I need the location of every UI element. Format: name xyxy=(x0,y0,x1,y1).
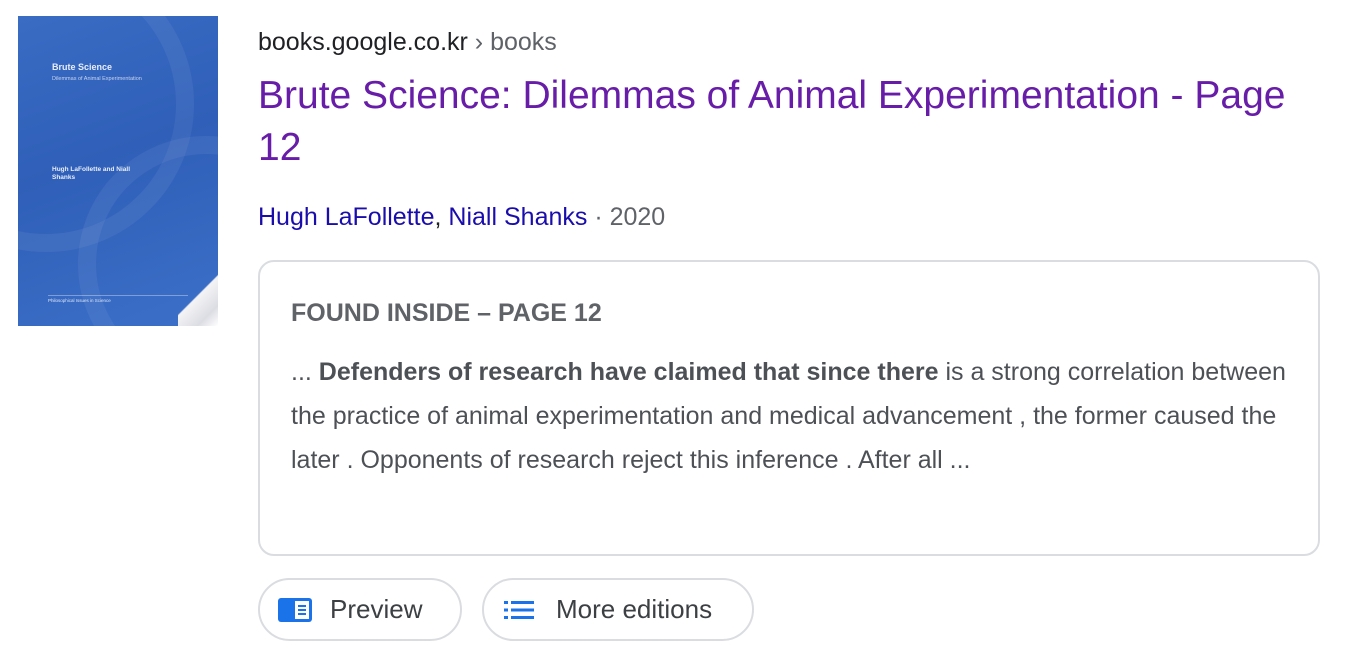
result-domain: books.google.co.kr xyxy=(258,28,468,56)
snippet-highlight: Defenders of research have claimed that … xyxy=(318,358,939,386)
result-path: books xyxy=(490,28,557,56)
publication-year: 2020 xyxy=(609,203,666,231)
cover-authors: Hugh LaFollette and Niall Shanks xyxy=(52,166,131,181)
author-link[interactable]: Hugh LaFollette xyxy=(258,203,435,231)
snippet-prefix: ... xyxy=(291,358,319,386)
book-cover-thumbnail[interactable]: Brute Science Dilemmas of Animal Experim… xyxy=(18,16,218,326)
list-icon xyxy=(504,600,534,620)
more-editions-button[interactable]: More editions xyxy=(482,578,754,641)
breadcrumb-separator: › xyxy=(467,28,491,56)
found-inside-card: FOUND INSIDE – PAGE 12 ... Defenders of … xyxy=(258,260,1320,556)
cover-series: Philosophical Issues in Science xyxy=(48,295,188,306)
result-byline: Hugh LaFollette, Niall Shanks · 2020 xyxy=(258,200,665,234)
preview-label: Preview xyxy=(330,594,423,624)
preview-button[interactable]: Preview xyxy=(258,578,462,641)
found-inside-heading: FOUND INSIDE – PAGE 12 xyxy=(291,299,602,327)
author-separator: , xyxy=(434,203,449,231)
cover-subtitle: Dilemmas of Animal Experimentation xyxy=(52,76,142,82)
snippet-text: ... Defenders of research have claimed t… xyxy=(291,350,1291,482)
book-preview-icon xyxy=(278,597,312,623)
year-separator: · xyxy=(587,203,610,231)
cover-title: Brute Science xyxy=(52,62,113,72)
result-title-link[interactable]: Brute Science: Dilemmas of Animal Experi… xyxy=(258,70,1338,174)
page-curl xyxy=(178,262,218,326)
result-url-breadcrumb[interactable]: books.google.co.kr › books xyxy=(258,26,557,58)
more-editions-label: More editions xyxy=(556,594,713,624)
author-link[interactable]: Niall Shanks xyxy=(448,203,587,231)
